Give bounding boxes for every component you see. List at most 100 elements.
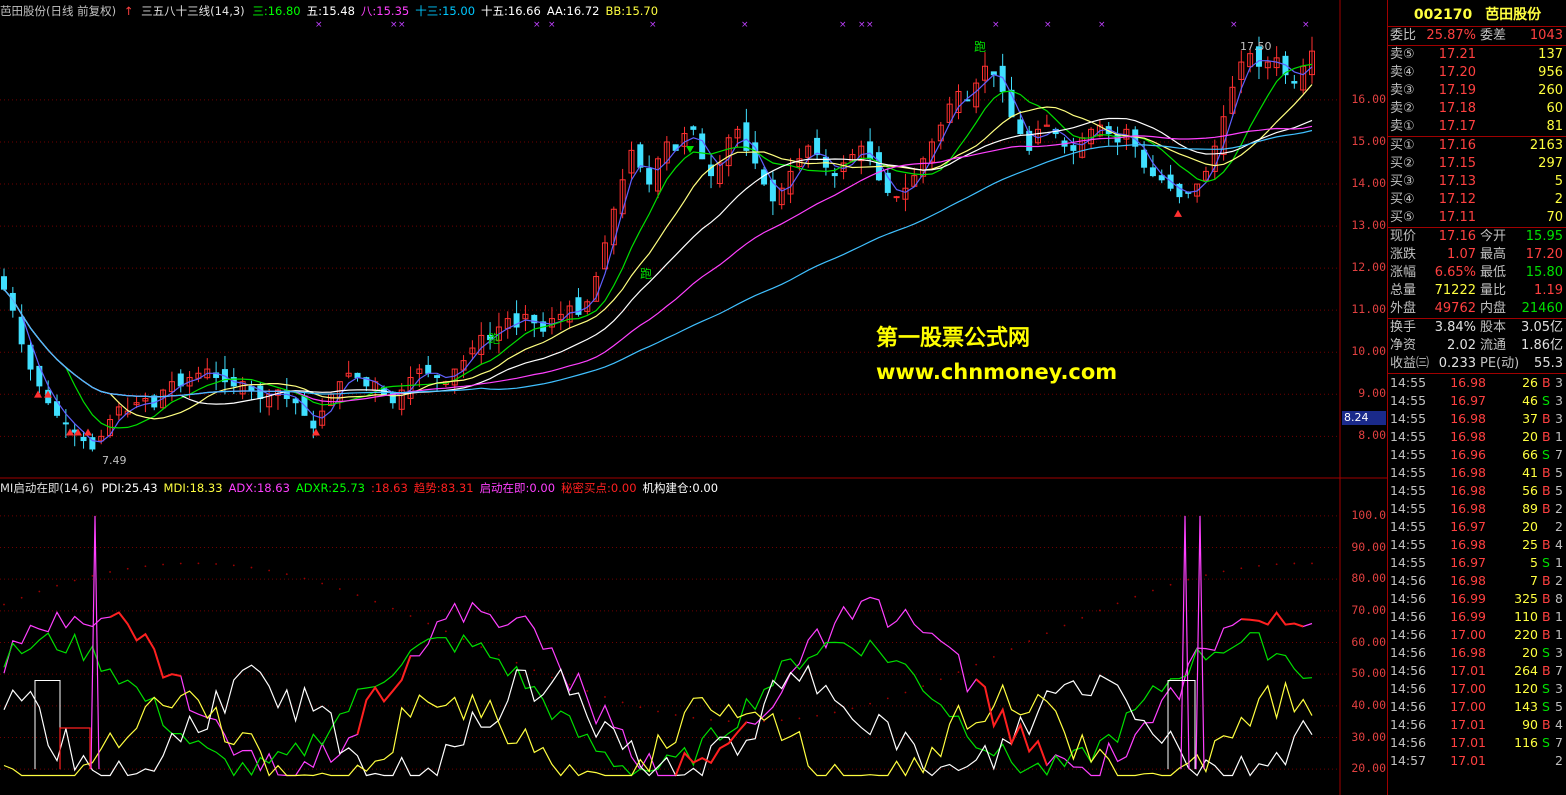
- weicha-value: 1043: [1529, 28, 1563, 43]
- tick-row: 14:56 17.00 120 S 3: [1388, 680, 1566, 698]
- tick-volume: 25: [1522, 537, 1538, 552]
- tick-count: 7: [1555, 663, 1563, 678]
- price-axis-label: 11.00: [1351, 302, 1386, 317]
- ma-value: 十三:15.00: [415, 4, 476, 18]
- indicator-value: :18.63: [370, 481, 408, 495]
- top-marker: ×: [1044, 20, 1052, 30]
- row-value: 55.3: [1534, 356, 1563, 371]
- trend-dot: [745, 720, 748, 723]
- trend-dot: [1134, 595, 1137, 598]
- tick-price: 17.01: [1450, 663, 1486, 678]
- trend-dot: [727, 720, 730, 723]
- panel-title: 002170 芭田股份: [1388, 0, 1566, 27]
- panel-row: 涨跌 1.07 最高 17.20: [1388, 246, 1566, 264]
- top-marker: ×: [390, 20, 398, 30]
- trend-dot: [992, 656, 995, 658]
- row-value: 21460: [1521, 301, 1563, 316]
- indicator-title: MI启动在即(14,6): [0, 481, 94, 495]
- row-label: 内盘: [1480, 301, 1507, 316]
- trend-dot: [1081, 616, 1084, 619]
- high-price-label: 17.50: [1240, 40, 1272, 53]
- trend-dot: [162, 563, 164, 566]
- kline-chart-area[interactable]: × × × × × × × × × × × × × × × 芭田股份(日线 前复权) ↑ 三五八十三线(14…: [0, 0, 1566, 795]
- order-price: 17.17: [1438, 119, 1476, 134]
- chart-canvas[interactable]: × × × × × × × × × × × × × × ×: [0, 0, 1387, 795]
- trend-dot: [798, 717, 801, 720]
- tick-count: 3: [1555, 375, 1563, 390]
- trend-dot: [1222, 570, 1225, 573]
- indicator-axis-label: 20.00: [1351, 761, 1386, 776]
- trend-dot: [480, 646, 483, 649]
- indicator-value: ADXR:25.73: [295, 481, 365, 495]
- trend-dot: [427, 622, 430, 625]
- candle-body: [867, 141, 874, 160]
- order-label: 买①: [1390, 138, 1415, 153]
- row-value: 49762: [1434, 301, 1476, 316]
- candle-body: [354, 372, 361, 378]
- tick-time: 14:55: [1390, 411, 1427, 426]
- tick-row: 14:55 16.97 20 2: [1388, 518, 1566, 536]
- trend-dot: [356, 594, 359, 597]
- order-volume: 81: [1546, 119, 1563, 134]
- tick-volume: 46: [1522, 393, 1538, 408]
- indicator-axis-label: 40.00: [1351, 697, 1386, 712]
- order-volume: 2163: [1529, 138, 1563, 153]
- candle-body: [814, 137, 821, 156]
- row-value: 1.07: [1447, 247, 1476, 262]
- trend-dot: [1169, 583, 1172, 586]
- trend-dot: [1240, 567, 1243, 570]
- tick-time: 14:56: [1390, 663, 1427, 678]
- panel-row: 净资 2.02 流通 1.86亿: [1388, 337, 1566, 355]
- stock-code: 002170: [1413, 7, 1473, 23]
- trend-dot: [639, 706, 642, 709]
- order-price: 17.20: [1438, 65, 1476, 80]
- trend-dot: [250, 566, 253, 569]
- tick-time: 14:57: [1390, 753, 1427, 768]
- watermark-url: www.chnmoney.com: [876, 360, 1118, 384]
- trend-dot: [657, 710, 659, 713]
- tick-count: 2: [1555, 753, 1563, 768]
- candle-body: [80, 436, 87, 442]
- buy-row: 买① 17.16 2163: [1388, 137, 1566, 155]
- sell-row: 卖⑤ 17.21 137: [1388, 46, 1566, 64]
- tick-time: 14:56: [1390, 735, 1427, 750]
- trend-dot: [144, 565, 147, 568]
- order-price: 17.21: [1438, 47, 1476, 62]
- trend-dot: [303, 577, 306, 580]
- trend-dot: [551, 676, 553, 679]
- order-label: 买④: [1390, 192, 1415, 207]
- row-label: 涨跌: [1390, 247, 1417, 262]
- row-value: 2.02: [1447, 338, 1476, 353]
- row-value: 17.16: [1438, 229, 1476, 244]
- trend-dot: [1063, 624, 1066, 627]
- candle-body: [999, 65, 1006, 92]
- trend-dot: [444, 630, 447, 633]
- top-marker: ×: [866, 20, 874, 30]
- row-label: 最高: [1480, 247, 1507, 262]
- row-value: 3.84%: [1434, 320, 1476, 335]
- indicator-axis-label: 60.00: [1351, 634, 1386, 649]
- trend-dot: [215, 563, 218, 565]
- tick-count: 1: [1555, 555, 1563, 570]
- tick-side: B: [1542, 465, 1551, 480]
- top-marker: ×: [548, 20, 556, 30]
- order-volume: 137: [1538, 47, 1563, 62]
- tick-row: 14:56 17.01 90 B 4: [1388, 716, 1566, 734]
- order-volume: 956: [1538, 65, 1563, 80]
- indicator-axis-label: 50.00: [1351, 666, 1386, 681]
- tick-price: 16.98: [1450, 429, 1486, 444]
- trend-dot: [957, 671, 960, 673]
- order-price: 17.19: [1438, 83, 1476, 98]
- tick-time: 14:55: [1390, 447, 1427, 462]
- row-label: 流通: [1480, 338, 1507, 353]
- order-volume: 2: [1554, 192, 1563, 207]
- trend-dot: [321, 582, 324, 585]
- trend-dot: [869, 702, 872, 705]
- trend-dot: [56, 584, 58, 587]
- panel-row: 收益㈢ 0.233 PE(动) 55.3: [1388, 355, 1566, 373]
- candle-body: [1141, 149, 1148, 168]
- tick-side: S: [1542, 555, 1550, 570]
- main-chart-header: 芭田股份(日线 前复权) ↑ 三五八十三线(14,3) 三:16.80 五:15.…: [0, 3, 668, 19]
- tick-price: 16.97: [1450, 519, 1486, 534]
- tick-list[interactable]: 14:55 16.98 26 B 3 14:55 16.97 46 S 3 14:55 16.98 37…: [1388, 374, 1566, 770]
